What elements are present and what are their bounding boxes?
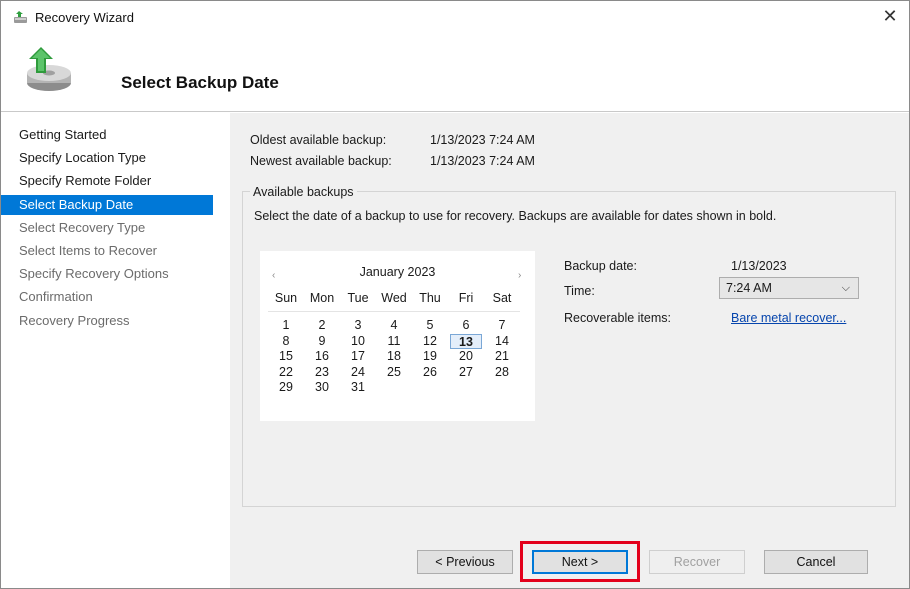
sidebar-step[interactable]: Confirmation [1,287,213,307]
header-divider [1,111,909,112]
time-label: Time: [564,284,595,298]
calendar-day[interactable]: 23 [304,365,340,381]
sidebar-step[interactable]: Select Items to Recover [1,241,213,261]
calendar-day[interactable]: 5 [412,318,448,334]
calendar-weekday: Mon [309,291,335,305]
calendar-day[interactable]: 30 [304,380,340,396]
calendar-day[interactable]: 21 [484,349,520,365]
calendar-day[interactable]: 4 [376,318,412,334]
recover-button: Recover [649,550,745,574]
sidebar-step[interactable]: Specify Location Type [1,148,213,168]
calendar-day[interactable]: 27 [448,365,484,381]
calendar-day [412,380,448,396]
wizard-content: Oldest available backup: 1/13/2023 7:24 … [230,113,909,588]
calendar-day[interactable]: 10 [340,334,376,350]
sidebar-step[interactable]: Select Recovery Type [1,218,213,238]
calendar-day[interactable]: 20 [448,349,484,365]
available-backups-description: Select the date of a backup to use for r… [254,209,777,223]
calendar-day[interactable]: 7 [484,318,520,334]
calendar-day[interactable]: 26 [412,365,448,381]
recoverable-items-link[interactable]: Bare metal recover... [731,311,846,325]
time-dropdown[interactable]: 7:24 AM ⌵ [719,277,859,299]
calendar-day[interactable]: 9 [304,334,340,350]
calendar-weekday: Thu [419,291,441,305]
close-button[interactable]: ✕ [879,5,901,27]
calendar-day[interactable]: 14 [484,334,520,350]
calendar-day[interactable]: 18 [376,349,412,365]
calendar-divider [268,311,520,312]
calendar-day[interactable]: 31 [340,380,376,396]
calendar-weekday: Tue [347,291,369,305]
wizard-header: Select Backup Date [1,33,909,113]
calendar-day[interactable]: 13 [450,333,482,349]
calendar-day[interactable]: 12 [412,334,448,350]
previous-button[interactable]: < Previous [417,550,513,574]
calendar-weekday-header: Sun Mon Tue Wed Thu Fri Sat [268,287,520,309]
newest-backup-label: Newest available backup: [250,154,392,168]
available-backups-title: Available backups [250,185,357,199]
cancel-button[interactable]: Cancel [764,550,868,574]
calendar-week-row: 8 9 10 11 12 13 14 [268,333,520,350]
title-bar: Recovery Wizard ✕ [1,1,909,33]
calendar-day[interactable]: 24 [340,365,376,381]
backup-calendar[interactable]: ‹ January 2023 › Sun Mon Tue Wed Thu Fri Sat 1 2… [260,251,535,421]
calendar-day[interactable]: 1 [268,318,304,334]
recovery-app-icon [14,11,27,23]
backup-date-label: Backup date: [564,259,637,273]
newest-backup-value: 1/13/2023 7:24 AM [430,154,535,168]
oldest-backup-label: Oldest available backup: [250,133,387,147]
calendar-day[interactable]: 3 [340,318,376,334]
calendar-week-row: 15 16 17 18 19 20 21 [268,349,520,365]
calendar-day[interactable]: 8 [268,334,304,350]
calendar-day[interactable]: 19 [412,349,448,365]
calendar-day[interactable]: 2 [304,318,340,334]
calendar-day[interactable]: 11 [376,334,412,350]
calendar-day [484,380,520,396]
recoverable-items-label: Recoverable items: [564,311,671,325]
sidebar-step[interactable]: Recovery Progress [1,311,213,331]
window-title: Recovery Wizard [35,10,134,25]
backup-date-value: 1/13/2023 [731,259,787,273]
calendar-weekday: Fri [458,291,474,305]
page-title: Select Backup Date [121,73,279,92]
chevron-down-icon: ⌵ [841,282,850,294]
calendar-week-row: 1234567 [268,318,520,334]
recovery-wizard-window: Recovery Wizard ✕ Select Backup Date Get… [0,0,910,589]
calendar-day [448,380,484,396]
sidebar-step[interactable]: Getting Started [1,125,213,145]
calendar-day[interactable]: 16 [304,349,340,365]
calendar-day[interactable]: 17 [340,349,376,365]
next-button-highlight [520,541,640,582]
time-dropdown-value: 7:24 AM [726,281,772,295]
calendar-day[interactable]: 25 [376,365,412,381]
calendar-grid: Sun Mon Tue Wed Thu Fri Sat 1 2 3 4 5 6 7 8 9 10 11 12 13 14… [268,287,520,396]
calendar-week-row: 22 23 24 25 26 27 28 [268,365,520,381]
sidebar-step[interactable]: Specify Remote Folder [1,171,213,191]
sidebar-step[interactable]: Specify Recovery Options [1,264,213,284]
sidebar-step[interactable]: Select Backup Date [1,194,213,215]
calendar-day[interactable]: 15 [268,349,304,365]
calendar-weekday: Sat [492,291,512,305]
wizard-steps-sidebar: Getting Started Specify Location Type Spec… [1,119,229,588]
calendar-day[interactable]: 6 [448,318,484,334]
calendar-weekday: Wed [381,291,407,305]
calendar-day[interactable]: 22 [268,365,304,381]
calendar-day [376,380,412,396]
calendar-day[interactable]: 28 [484,365,520,381]
calendar-month-title[interactable]: January 2023 [260,265,535,279]
restore-icon [27,47,71,91]
calendar-day[interactable]: 29 [268,380,304,396]
calendar-next-button[interactable]: › [518,270,521,281]
calendar-week-row: 29 30 31 [268,380,520,396]
calendar-weekday: Sun [274,291,298,305]
oldest-backup-value: 1/13/2023 7:24 AM [430,133,535,147]
